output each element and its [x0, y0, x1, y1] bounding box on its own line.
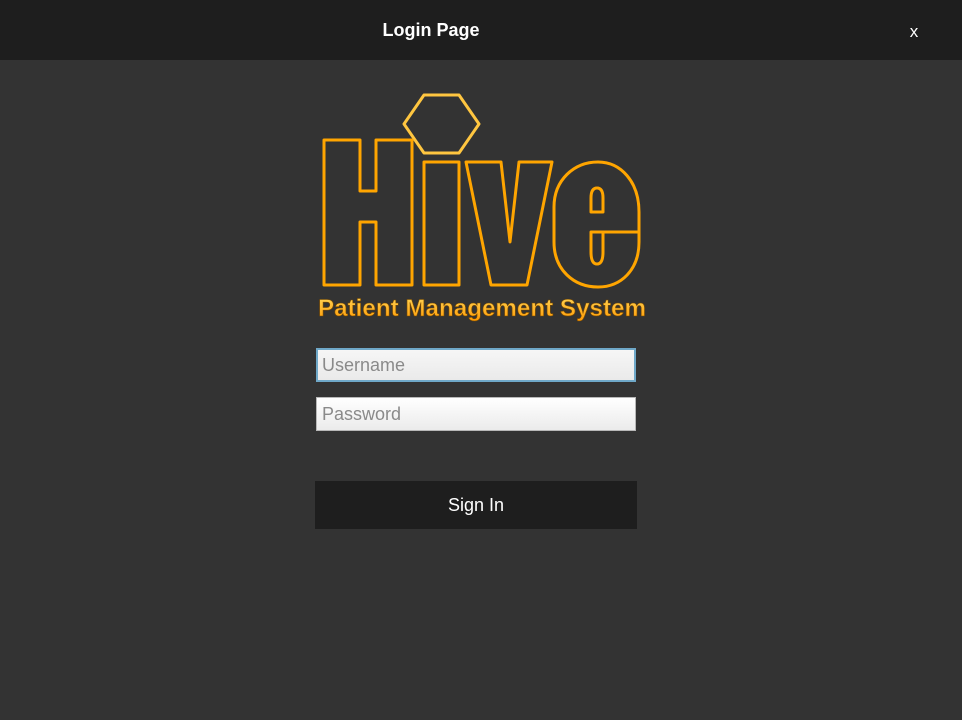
- logo-letter-h: [322, 138, 414, 287]
- logo-letter-i: [422, 160, 461, 287]
- logo-letter-v: [464, 160, 554, 287]
- hexagon-icon: [402, 93, 481, 155]
- login-window: Login Page x Patient Management System U…: [0, 0, 962, 720]
- username-field[interactable]: [316, 348, 636, 382]
- close-button[interactable]: x: [898, 18, 930, 46]
- password-field[interactable]: [316, 397, 636, 431]
- logo-letter-e: [552, 160, 641, 289]
- title-bar: Login Page x: [0, 0, 962, 60]
- hive-logo: Patient Management System: [316, 92, 648, 326]
- window-title: Login Page: [382, 20, 480, 40]
- sign-in-button[interactable]: Sign In: [315, 481, 637, 529]
- logo-subtitle: Patient Management System: [318, 295, 646, 322]
